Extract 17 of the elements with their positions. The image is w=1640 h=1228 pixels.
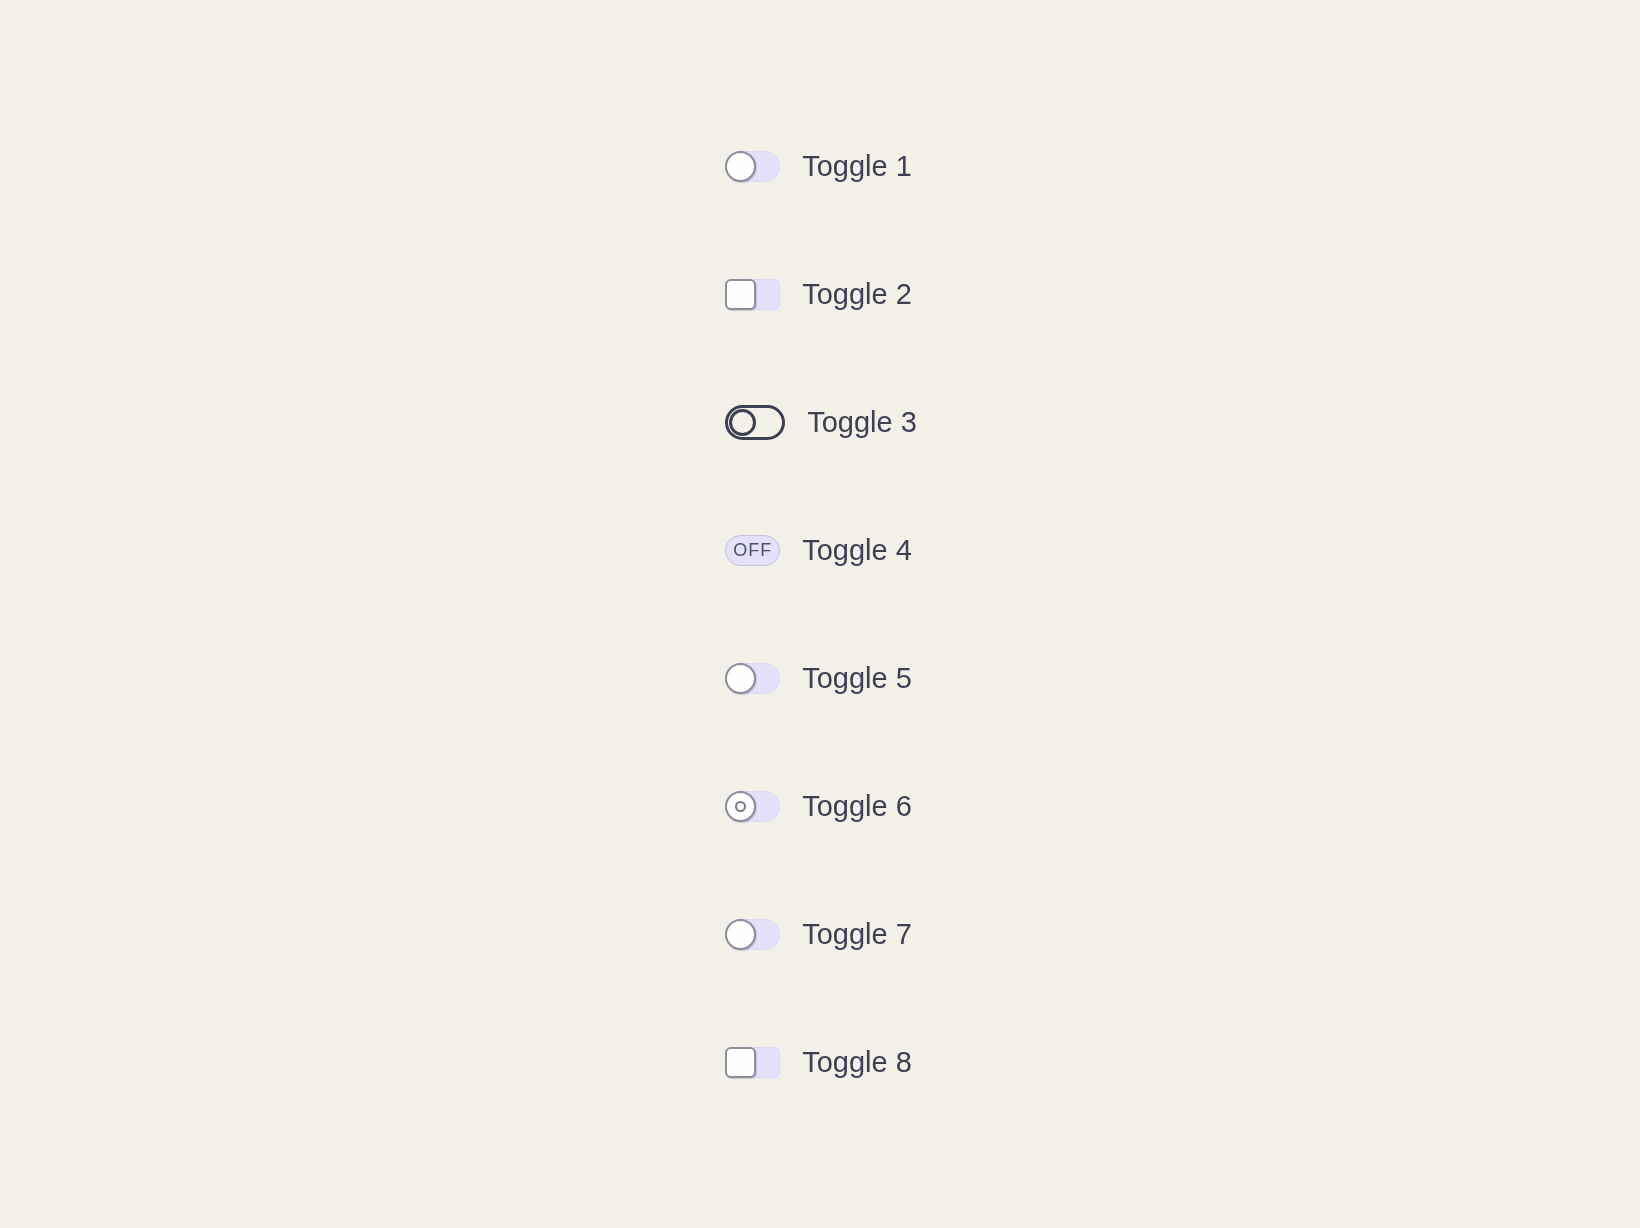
toggle-label: Toggle 7 — [802, 918, 912, 950]
toggle-switch[interactable]: OFF — [725, 534, 781, 566]
switch-knob — [725, 150, 757, 182]
toggle-label: Toggle 1 — [802, 150, 912, 182]
toggle-label: Toggle 4 — [802, 534, 912, 566]
ring-icon — [735, 800, 747, 812]
toggle-label: Toggle 8 — [802, 1046, 912, 1078]
toggle-label: Toggle 2 — [802, 278, 912, 310]
toggle-label: Toggle 3 — [807, 406, 917, 438]
toggle-label: Toggle 6 — [802, 790, 912, 822]
switch-knob — [725, 278, 757, 310]
toggle-label: Toggle 5 — [802, 662, 912, 694]
toggle-switch[interactable] — [725, 404, 786, 440]
switch-knob — [725, 1046, 757, 1078]
switch-knob — [729, 408, 757, 436]
switch-knob — [725, 662, 757, 694]
switch-knob — [725, 918, 757, 950]
